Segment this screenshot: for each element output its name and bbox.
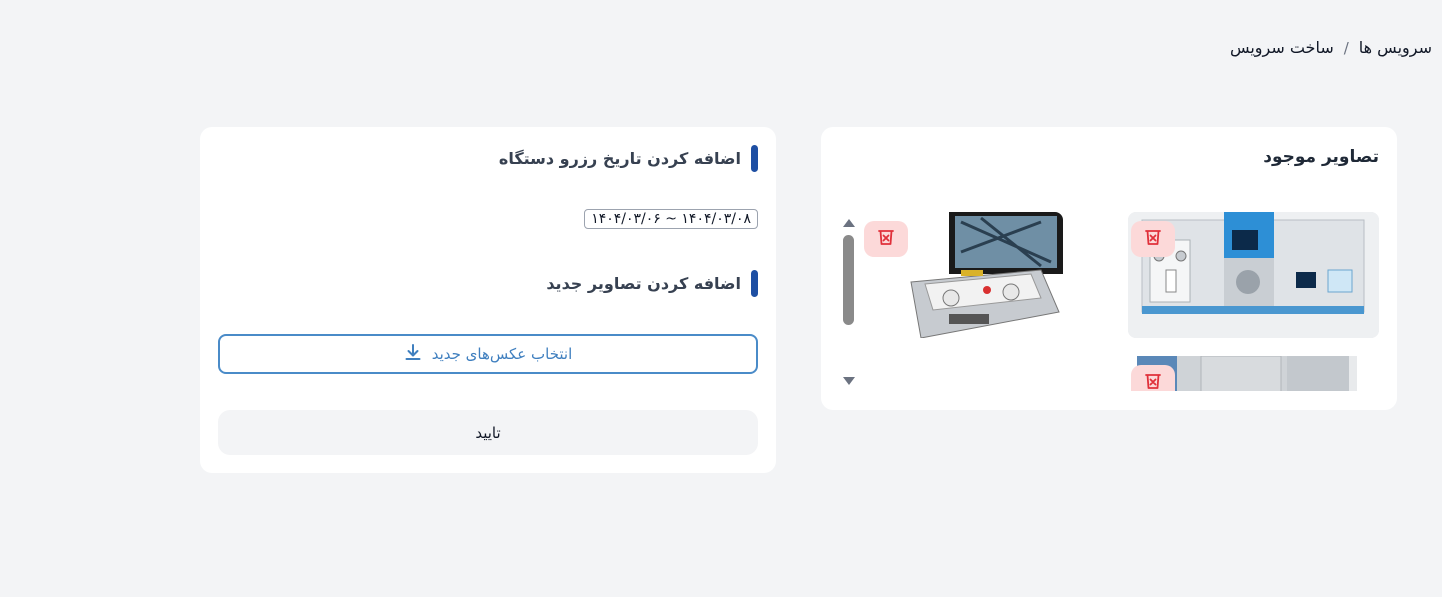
trash-x-icon [1143, 371, 1163, 391]
date-range-picker[interactable]: ۱۴۰۴/۰۳/۰۶ ~ ۱۴۰۴/۰۳/۰۸ [584, 209, 758, 229]
section-accent-bar [751, 145, 758, 172]
reservation-section-title: اضافه کردن تاریخ رزرو دستگاه [499, 145, 758, 172]
choose-images-label: انتخاب عکس‌های جدید [431, 345, 573, 363]
existing-images-title: تصاویر موجود [1263, 147, 1379, 167]
device-case-image [891, 212, 1063, 338]
images-section-title: اضافه کردن تصاویر جدید [546, 270, 758, 297]
delete-image-button[interactable] [1131, 365, 1175, 391]
breadcrumb-item-services[interactable]: سرویس ها [1359, 38, 1432, 57]
reservation-title-text: اضافه کردن تاریخ رزرو دستگاه [498, 149, 741, 168]
choose-images-button[interactable]: انتخاب عکس‌های جدید [218, 334, 758, 374]
section-accent-bar [751, 270, 758, 297]
image-gallery [841, 211, 1381, 391]
images-title-text: اضافه کردن تصاویر جدید [546, 274, 741, 293]
delete-image-button[interactable] [864, 221, 908, 257]
confirm-button[interactable]: تایید [218, 410, 758, 455]
breadcrumb-separator: / [1343, 38, 1349, 57]
breadcrumb-item-create-service: ساخت سرویس [1229, 38, 1334, 57]
trash-x-icon [1143, 227, 1163, 251]
delete-image-button[interactable] [1131, 221, 1175, 257]
existing-images-card: تصاویر موجود [821, 127, 1397, 410]
service-form-card: اضافه کردن تاریخ رزرو دستگاه ۱۴۰۴/۰۳/۰۶ … [200, 127, 776, 473]
trash-x-icon [876, 227, 896, 251]
download-icon [404, 343, 422, 365]
breadcrumb: سرویس ها / ساخت سرویس [1230, 38, 1432, 57]
